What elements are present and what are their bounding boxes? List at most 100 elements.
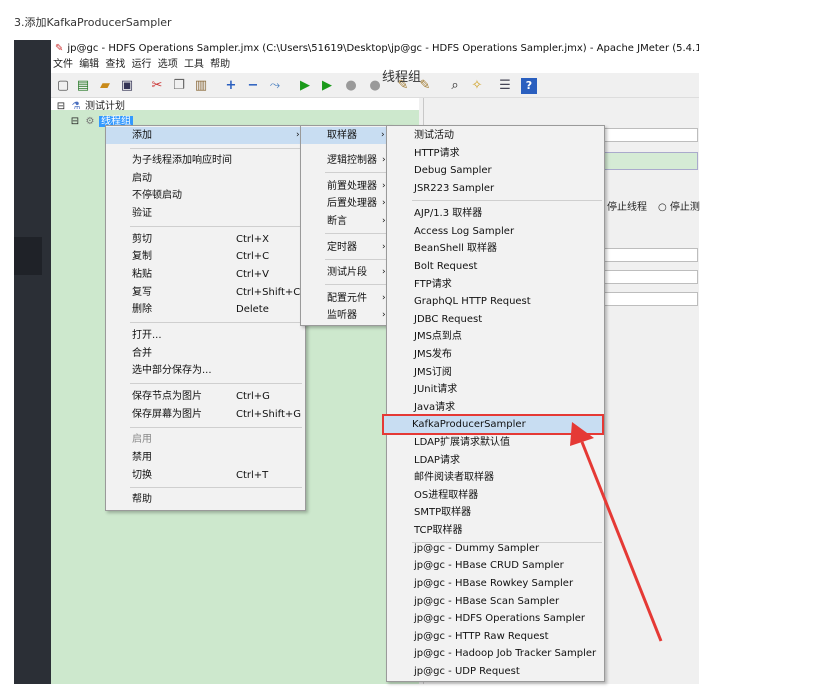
menu-item-post-processor[interactable]: 后置处理器 › bbox=[327, 195, 389, 212]
menu-file[interactable]: 文件 bbox=[53, 59, 73, 70]
stop-icon[interactable]: ● bbox=[343, 78, 359, 94]
sampler-item-graphql[interactable]: GraphQL HTTP Request bbox=[414, 293, 531, 310]
menu-item-logic-controller[interactable]: 逻辑控制器 › bbox=[327, 152, 389, 169]
save-icon[interactable]: ▣ bbox=[119, 78, 135, 94]
menu-item-delete[interactable]: 删除 Delete bbox=[132, 301, 302, 318]
sampler-item-test-action[interactable]: 测试活动 bbox=[414, 127, 454, 144]
menu-item-add-response-time[interactable]: 为子线程添加响应时间 bbox=[132, 152, 232, 169]
menu-item-save-selection[interactable]: 选中部分保存为... bbox=[132, 362, 212, 379]
menu-item-toggle[interactable]: 切换 Ctrl+T bbox=[132, 467, 302, 484]
sampler-item-hbase-crud[interactable]: jp@gc - HBase CRUD Sampler bbox=[414, 557, 564, 574]
sampler-item-os-process[interactable]: OS进程取样器 bbox=[414, 487, 478, 504]
menu-run[interactable]: 运行 bbox=[132, 59, 152, 70]
sampler-item-hdfs-operations[interactable]: jp@gc - HDFS Operations Sampler bbox=[414, 610, 585, 627]
option-stop-test[interactable]: ○ 停止测 bbox=[658, 198, 700, 213]
collapse-icon[interactable]: − bbox=[245, 78, 261, 94]
comment-field[interactable] bbox=[602, 152, 698, 170]
tree-node-test-plan[interactable]: ⊟ ⚗ 测试计划 bbox=[55, 100, 125, 113]
sampler-item-jsr223[interactable]: JSR223 Sampler bbox=[414, 180, 494, 197]
shortcut-label: Ctrl+T bbox=[236, 470, 269, 481]
sampler-item-udp[interactable]: jp@gc - UDP Request bbox=[414, 663, 520, 680]
menu-item-cut[interactable]: 剪切 Ctrl+X bbox=[132, 231, 302, 248]
menu-help[interactable]: 帮助 bbox=[210, 59, 230, 70]
menu-item-label: 配置元件 bbox=[327, 293, 367, 304]
sampler-item-beanshell[interactable]: BeanShell 取样器 bbox=[414, 240, 497, 257]
menu-tools[interactable]: 工具 bbox=[184, 59, 204, 70]
menu-item-open[interactable]: 打开... bbox=[132, 327, 162, 344]
menu-item-paste[interactable]: 粘贴 Ctrl+V bbox=[132, 266, 302, 283]
menu-item-timer[interactable]: 定时器 › bbox=[327, 239, 389, 256]
sampler-item-dummy[interactable]: jp@gc - Dummy Sampler bbox=[414, 540, 539, 557]
sampler-item-access-log[interactable]: Access Log Sampler bbox=[414, 223, 514, 240]
sampler-item-tcp[interactable]: TCP取样器 bbox=[414, 522, 463, 539]
sampler-item-hbase-scan[interactable]: jp@gc - HBase Scan Sampler bbox=[414, 593, 559, 610]
menu-item-add[interactable]: 添加 › bbox=[106, 127, 305, 144]
menu-item-start[interactable]: 启动 bbox=[132, 170, 152, 187]
cut-icon[interactable]: ✂ bbox=[149, 78, 165, 94]
help-icon[interactable]: ? bbox=[521, 78, 537, 94]
sampler-item-http-request[interactable]: HTTP请求 bbox=[414, 145, 460, 162]
sampler-item-junit[interactable]: JUnit请求 bbox=[414, 381, 457, 398]
menu-item-save-node-image[interactable]: 保存节点为图片 Ctrl+G bbox=[132, 388, 302, 405]
background-strip bbox=[14, 40, 51, 684]
menu-options[interactable]: 选项 bbox=[158, 59, 178, 70]
menu-item-config-element[interactable]: 配置元件 › bbox=[327, 290, 389, 307]
sampler-item-ftp[interactable]: FTP请求 bbox=[414, 276, 452, 293]
sampler-item-jms-p2p[interactable]: JMS点到点 bbox=[414, 328, 462, 345]
menu-item-copy[interactable]: 复制 Ctrl+C bbox=[132, 248, 302, 265]
shortcut-label: Delete bbox=[236, 304, 269, 315]
menu-item-duplicate[interactable]: 复写 Ctrl+Shift+C bbox=[132, 284, 302, 301]
menu-item-label: 复写 bbox=[132, 287, 152, 298]
sampler-item-ldap-ext[interactable]: LDAP扩展请求默认值 bbox=[414, 434, 510, 451]
option-stop-thread[interactable]: 停止线程 bbox=[607, 198, 647, 213]
sampler-item-jms-subscribe[interactable]: JMS订阅 bbox=[414, 364, 452, 381]
menu-item-help[interactable]: 帮助 bbox=[132, 491, 152, 508]
menu-item-save-screen-image[interactable]: 保存屏幕为图片 Ctrl+Shift+G bbox=[132, 406, 302, 423]
new-icon[interactable]: ▢ bbox=[55, 78, 71, 94]
sampler-item-ajp[interactable]: AJP/1.3 取样器 bbox=[414, 205, 482, 222]
name-field[interactable] bbox=[602, 128, 698, 142]
search-icon[interactable]: ⌕ bbox=[447, 78, 463, 94]
sampler-item-jms-publish[interactable]: JMS发布 bbox=[414, 346, 452, 363]
sampler-item-jdbc[interactable]: JDBC Request bbox=[414, 311, 482, 328]
start-icon[interactable]: ▶ bbox=[297, 78, 313, 94]
ramp-up-field[interactable] bbox=[602, 270, 698, 284]
sampler-item-hbase-rowkey[interactable]: jp@gc - HBase Rowkey Sampler bbox=[414, 575, 573, 592]
function-helper-icon[interactable]: ☰ bbox=[497, 78, 513, 94]
menu-edit[interactable]: 编辑 bbox=[79, 59, 99, 70]
sampler-item-bolt[interactable]: Bolt Request bbox=[414, 258, 477, 275]
templates-icon[interactable]: ▤ bbox=[75, 78, 91, 94]
menu-item-listener[interactable]: 监听器 › bbox=[327, 307, 389, 324]
menu-search[interactable]: 查找 bbox=[105, 59, 125, 70]
menu-item-merge[interactable]: 合并 bbox=[132, 345, 152, 362]
reset-search-icon[interactable]: ✧ bbox=[469, 78, 485, 94]
sampler-item-kafka-producer[interactable]: KafkaProducerSampler bbox=[412, 416, 526, 433]
sampler-item-mail-reader[interactable]: 邮件阅读者取样器 bbox=[414, 469, 494, 486]
menu-item-start-no-pause[interactable]: 不停顿启动 bbox=[132, 187, 182, 204]
start-no-pause-icon[interactable]: ▶ bbox=[319, 78, 335, 94]
menu-item-disable[interactable]: 禁用 bbox=[132, 449, 152, 466]
sampler-item-debug[interactable]: Debug Sampler bbox=[414, 162, 492, 179]
sampler-item-hadoop-job-tracker[interactable]: jp@gc - Hadoop Job Tracker Sampler bbox=[414, 645, 596, 662]
toggle-icon[interactable]: ⤳ bbox=[267, 78, 283, 94]
menu-item-test-fragment[interactable]: 测试片段 › bbox=[327, 264, 389, 281]
menu-item-pre-processor[interactable]: 前置处理器 › bbox=[327, 178, 389, 195]
expand-icon[interactable]: + bbox=[223, 78, 239, 94]
sampler-item-http-raw[interactable]: jp@gc - HTTP Raw Request bbox=[414, 628, 549, 645]
menu-item-sampler[interactable]: 取样器 › bbox=[301, 127, 390, 144]
menu-item-validate[interactable]: 验证 bbox=[132, 205, 152, 222]
menu-item-assertion[interactable]: 断言 › bbox=[327, 213, 389, 230]
copy-icon[interactable]: ❐ bbox=[171, 78, 187, 94]
menu-item-enable[interactable]: 启用 bbox=[132, 431, 152, 448]
radio-icon[interactable]: ○ bbox=[658, 202, 667, 213]
paste-icon[interactable]: ▥ bbox=[193, 78, 209, 94]
menu-item-label: 删除 bbox=[132, 304, 152, 315]
loop-field[interactable] bbox=[602, 292, 698, 306]
shutdown-icon[interactable]: ● bbox=[367, 78, 383, 94]
tree-collapse-icon[interactable]: ⊟ bbox=[69, 115, 81, 128]
sampler-item-smtp[interactable]: SMTP取样器 bbox=[414, 504, 471, 521]
threads-field[interactable] bbox=[602, 248, 698, 262]
tree-collapse-icon[interactable]: ⊟ bbox=[55, 100, 67, 113]
sampler-item-ldap[interactable]: LDAP请求 bbox=[414, 452, 460, 469]
open-icon[interactable]: ▰ bbox=[97, 78, 113, 94]
